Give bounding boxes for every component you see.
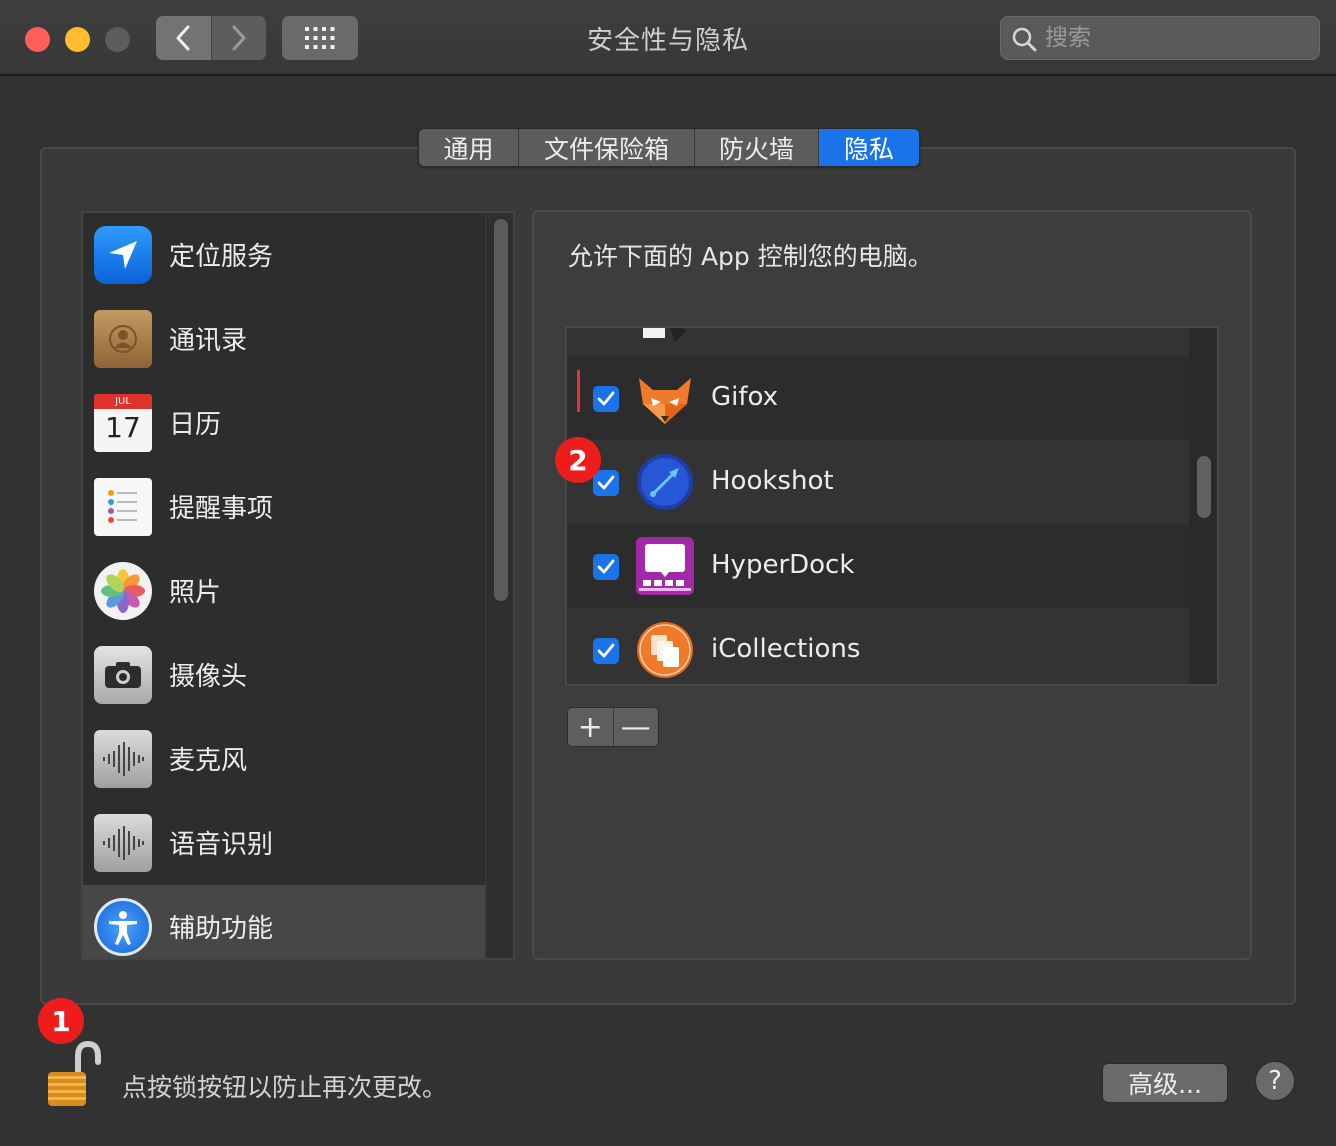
sidebar-scroll-thumb[interactable] [494,219,508,601]
app-icon-partial [635,328,695,344]
accessibility-icon [94,898,152,956]
sidebar-item-label: 语音识别 [169,830,274,860]
add-app-button[interactable]: + [568,708,614,746]
calendar-month: JUL [94,394,152,409]
app-checkbox[interactable] [593,326,619,328]
sidebar-item-location[interactable]: 定位服务 [83,213,485,297]
sidebar-item-calendar[interactable]: JUL 17 日历 [83,381,485,465]
chevron-right-icon [232,25,246,51]
sidebar-item-label: 照片 [169,578,222,608]
checkmark-icon [597,559,615,574]
panel-title: 允许下面的 App 控制您的电脑。 [568,242,933,271]
back-button[interactable] [156,16,212,60]
calendar-day: 17 [105,411,141,444]
sidebar-item-accessibility[interactable]: 辅助功能 [83,885,485,958]
gifox-fox-icon [635,368,695,428]
tab-general[interactable]: 通用 [419,129,519,166]
speech-waveform-icon [94,814,152,872]
checkmark-icon [597,643,615,658]
chevron-left-icon [176,25,190,51]
app-name: Hookshot [711,466,834,496]
sidebar-item-label: 摄像头 [169,662,248,692]
sidebar-item-microphone[interactable]: 麦克风 [83,717,485,801]
app-list: Gifox Hookshot HyperDock iCollections [565,326,1219,686]
forward-button[interactable] [211,16,266,60]
sidebar-item-label: 提醒事项 [169,494,274,524]
checkmark-icon [597,391,615,406]
location-arrow-icon [94,226,152,284]
sidebar-item-label: 通讯录 [169,326,248,356]
list-item-partial[interactable] [567,326,1189,356]
hyperdock-checkbox[interactable] [593,554,619,580]
tab-bar: 通用 文件保险箱 防火墙 隐私 [418,128,920,167]
app-name: Gifox [711,382,779,412]
nav-button-group [156,16,266,60]
sidebar-item-photos[interactable]: 照片 [83,549,485,633]
help-button[interactable]: ? [1255,1061,1295,1101]
app-name: HyperDock [711,550,855,580]
tab-privacy[interactable]: 隐私 [819,129,919,166]
sidebar-item-camera[interactable]: 摄像头 [83,633,485,717]
search-input[interactable] [1045,22,1305,54]
checkmark-icon [597,475,615,490]
reminders-list-icon [94,478,152,536]
list-item-hyperdock[interactable]: HyperDock [567,524,1189,608]
microphone-waveform-icon [94,730,152,788]
sidebar-item-contacts[interactable]: 通讯录 [83,297,485,381]
show-all-button[interactable] [282,16,358,60]
sidebar-item-reminders[interactable]: 提醒事项 [83,465,485,549]
lock-hint-text: 点按锁按钮以防止再次更改。 [122,1073,448,1102]
window-title: 安全性与隐私 [586,26,749,56]
photos-flower-icon [94,562,152,620]
contacts-book-icon [94,310,152,368]
tab-firewall[interactable]: 防火墙 [695,129,819,166]
annotation-badge-2: 2 [555,437,601,483]
tab-filevault[interactable]: 文件保险箱 [519,129,695,166]
title-bar: 安全性与隐私 [0,0,1336,76]
minimize-window-button[interactable] [65,27,90,52]
app-list-scroll-thumb[interactable] [1197,456,1211,518]
privacy-sidebar: 定位服务 通讯录 JUL 17 日历 提醒事项 照片 摄像头 麦克风 语音识别 … [81,211,515,960]
sidebar-item-label: 日历 [169,410,222,440]
sidebar-item-label: 麦克风 [169,746,248,776]
search-icon [1012,27,1037,52]
add-remove-controls: + — [567,707,659,747]
annotation-marker [577,370,580,412]
close-window-button[interactable] [25,27,50,52]
sidebar-item-label: 辅助功能 [169,914,274,944]
list-item-icollections[interactable]: iCollections [567,608,1189,684]
calendar-icon: JUL 17 [94,394,152,452]
camera-icon [94,646,152,704]
icollections-icon [635,620,695,680]
zoom-window-button[interactable] [105,27,130,52]
app-name: iCollections [711,634,861,664]
sidebar-item-speech[interactable]: 语音识别 [83,801,485,885]
lock-button[interactable] [44,1040,106,1110]
sidebar-item-label: 定位服务 [169,242,274,272]
advanced-button[interactable]: 高级... [1102,1063,1228,1103]
hookshot-icon [635,452,695,512]
list-item-gifox[interactable]: Gifox [567,356,1189,440]
remove-app-button[interactable]: — [613,708,658,746]
app-list-scrollbar[interactable] [1189,328,1217,684]
list-item-hookshot[interactable]: Hookshot [567,440,1189,524]
grid-icon [305,27,335,49]
search-box[interactable] [1000,16,1320,60]
icollections-checkbox[interactable] [593,638,619,664]
sidebar-scrollbar[interactable] [485,213,513,958]
gifox-checkbox[interactable] [593,386,619,412]
annotation-badge-1: 1 [38,998,84,1044]
unlocked-padlock-icon [48,1040,101,1106]
hookshot-checkbox[interactable] [593,470,619,496]
hyperdock-icon [635,536,695,596]
